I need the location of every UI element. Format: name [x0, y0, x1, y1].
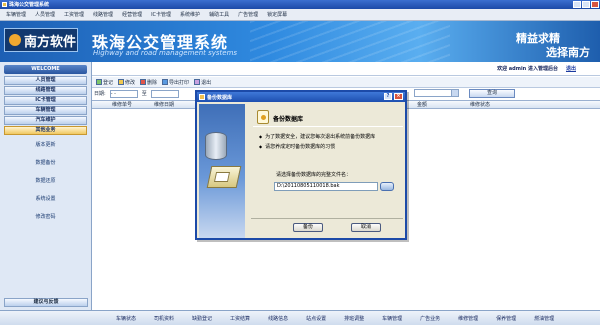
- sidebar-module-other[interactable]: 其他业务: [4, 126, 87, 135]
- sidebar-item-backup[interactable]: 数据备份: [0, 154, 91, 172]
- minimize-button[interactable]: [573, 1, 581, 8]
- system-subtitle: Highway and road management systems: [93, 49, 238, 57]
- footer-item[interactable]: 保养管理: [496, 315, 516, 322]
- file-prompt: 请选择备份数据库的完整文件名：: [276, 172, 352, 178]
- window-controls: [573, 1, 599, 8]
- dialog-title: 备份数据库: [207, 94, 233, 101]
- menu-item-tools[interactable]: 辅助工具: [209, 11, 229, 18]
- toolbar: 登记 修改 删除 导出打印 退出: [92, 77, 600, 88]
- browse-button[interactable]: [380, 182, 394, 191]
- menu-bar: 车辆管理 人员管理 工资管理 线路管理 经营管理 IC卡管理 系统维护 辅助工具…: [0, 9, 600, 21]
- exit-icon: [194, 79, 201, 85]
- chevron-down-icon: [451, 90, 458, 96]
- sidebar-module-vehicle[interactable]: 车辆管理: [4, 106, 87, 115]
- edit-icon: [118, 79, 125, 85]
- footer-item[interactable]: 工资结算: [230, 315, 250, 322]
- menu-item-business[interactable]: 经营管理: [122, 11, 142, 18]
- backup-icon: [257, 110, 269, 124]
- footer-item[interactable]: 站点设置: [306, 315, 326, 322]
- dialog-divider: [253, 126, 403, 127]
- menu-item-iccard[interactable]: IC卡管理: [151, 11, 171, 18]
- backup-path-input[interactable]: D:\20110805110018.bak: [274, 182, 378, 191]
- disk-label: [213, 172, 231, 182]
- delete-icon: [140, 79, 147, 85]
- banner-decoration: [250, 21, 450, 62]
- sidebar-module-route[interactable]: 线路管理: [4, 86, 87, 95]
- menu-item-route[interactable]: 线路管理: [93, 11, 113, 18]
- slogan-line-2: 选择南方: [546, 46, 590, 59]
- add-button[interactable]: 登记: [96, 79, 113, 86]
- sidebar-item-update[interactable]: 版本更新: [0, 136, 91, 154]
- sidebar-welcome: WELCOME: [4, 65, 87, 74]
- footer-nav: 车辆状态 司机资料 缺勤登记 工资结算 线路信息 站点设置 排班调整 车辆管理 …: [0, 310, 600, 325]
- footer-item[interactable]: 车辆管理: [382, 315, 402, 322]
- footer-item[interactable]: 车辆状态: [116, 315, 136, 322]
- sidebar-module-iccard[interactable]: IC卡管理: [4, 96, 87, 105]
- sidebar-module-staff[interactable]: 人员管理: [4, 76, 87, 85]
- maximize-button[interactable]: [582, 1, 590, 8]
- menu-item-staff[interactable]: 人员管理: [35, 11, 55, 18]
- add-icon: [96, 79, 102, 85]
- footer-item[interactable]: 燃油管理: [534, 315, 554, 322]
- app-icon: [2, 2, 7, 7]
- database-icon: [199, 94, 205, 100]
- dialog-titlebar: 备份数据库 ? ×: [197, 92, 405, 102]
- user-bar: 欢迎 admin 进入管理后台 退出: [92, 62, 600, 76]
- close-button[interactable]: [591, 1, 599, 8]
- help-button[interactable]: ?: [384, 93, 392, 100]
- footer-item[interactable]: 缺勤登记: [192, 315, 212, 322]
- sidebar-feedback[interactable]: 建议与反馈: [4, 298, 88, 307]
- edit-button[interactable]: 修改: [118, 79, 135, 86]
- grid-col-order[interactable]: 维修单号: [112, 101, 132, 109]
- export-icon: [162, 79, 169, 85]
- footer-item[interactable]: 线路信息: [268, 315, 288, 322]
- dialog-heading: 备份数据库: [273, 116, 304, 123]
- exit-button[interactable]: 退出: [194, 79, 211, 86]
- backup-button[interactable]: 备份: [293, 223, 323, 232]
- cancel-button[interactable]: 取消: [351, 223, 381, 232]
- menu-item-maintenance[interactable]: 系统维护: [180, 11, 200, 18]
- footer-item[interactable]: 司机资料: [154, 315, 174, 322]
- sidebar-item-settings[interactable]: 系统设置: [0, 190, 91, 208]
- dialog-tip-2: 请您养成定时备份数据库的习惯: [259, 143, 335, 150]
- date-label: 日期:: [94, 91, 106, 97]
- grid-col-date[interactable]: 维修日期: [154, 101, 174, 109]
- menu-item-salary[interactable]: 工资管理: [64, 11, 84, 18]
- grid-col-amount[interactable]: 金额: [417, 101, 427, 109]
- dialog-illustration: [199, 104, 245, 238]
- query-button[interactable]: 查询: [469, 89, 515, 98]
- menu-item-vehicle[interactable]: 车辆管理: [6, 11, 26, 18]
- date-to-input[interactable]: [150, 89, 179, 98]
- logo-mark-icon: [9, 34, 21, 46]
- footer-item[interactable]: 维修管理: [458, 315, 478, 322]
- sidebar-item-password[interactable]: 修改密码: [0, 208, 91, 226]
- status-select[interactable]: [414, 89, 459, 97]
- window-title: 珠海公交管理系统: [9, 2, 50, 8]
- sidebar-item-restore[interactable]: 数据还原: [0, 172, 91, 190]
- footer-item[interactable]: 排班调整: [344, 315, 364, 322]
- dialog-tip-1: 为了数据安全，建议您每次退出系统前备份数据库: [259, 133, 375, 140]
- header-banner: 南方软件 珠海公交管理系统 Highway and road managemen…: [0, 21, 600, 62]
- sidebar-module-repair[interactable]: 汽车维护: [4, 116, 87, 125]
- grid-col-status[interactable]: 维修状态: [470, 101, 490, 109]
- sidebar: WELCOME 人员管理 线路管理 IC卡管理 车辆管理 汽车维护 其他业务 版…: [0, 62, 92, 310]
- welcome-text: 欢迎 admin 进入管理后台: [497, 66, 558, 72]
- database-drum-icon: [205, 132, 227, 160]
- menu-item-lock[interactable]: 锁定屏幕: [267, 11, 287, 18]
- backup-dialog: 备份数据库 ? × 备份数据库 为了数据安全，建议您每次退出系统前备份数据库 请…: [195, 90, 407, 240]
- logout-link[interactable]: 退出: [566, 65, 576, 72]
- dialog-close-button[interactable]: ×: [394, 93, 403, 100]
- window-titlebar: 珠海公交管理系统: [0, 0, 600, 9]
- footer-item[interactable]: 广告业务: [420, 315, 440, 322]
- dialog-button-row: 备份 取消: [251, 218, 403, 232]
- date-to-label: 至: [141, 91, 147, 97]
- company-logo: 南方软件: [4, 28, 78, 52]
- export-button[interactable]: 导出打印: [162, 79, 189, 86]
- delete-button[interactable]: 删除: [140, 79, 157, 86]
- date-from-input[interactable]: - -: [109, 89, 138, 98]
- menu-item-ads[interactable]: 广告管理: [238, 11, 258, 18]
